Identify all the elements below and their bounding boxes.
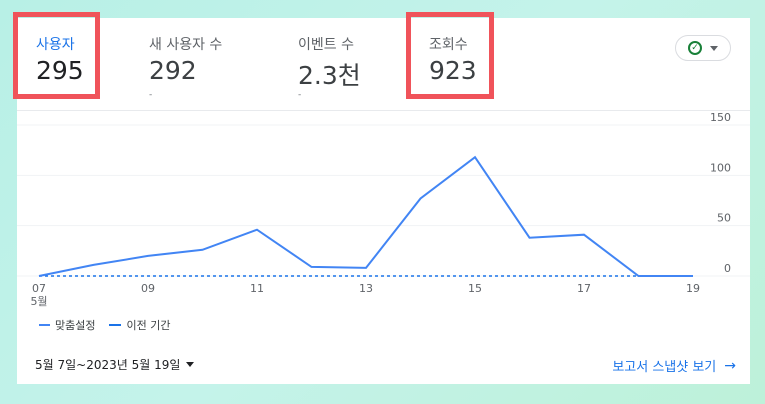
date-range-label: 5월 7일~2023년 5월 19일: [35, 358, 181, 372]
status-dropdown-button[interactable]: ✓: [675, 35, 731, 61]
highlight-box-users: [13, 12, 100, 99]
x-tick-label: 19: [686, 282, 700, 295]
chart-legend: 맞춤설정 이전 기간: [39, 317, 170, 333]
metric-events-label: 이벤트 수: [298, 37, 354, 53]
x-sub-label: 5월: [30, 295, 47, 308]
legend-item-previous: 이전 기간: [109, 317, 170, 333]
y-tick-label: 0: [724, 262, 731, 275]
y-tick-label: 150: [710, 111, 731, 124]
metric-events-value: 2.3천: [298, 61, 361, 90]
legend-label-current: 맞춤설정: [55, 319, 96, 332]
x-tick-label: 09: [141, 282, 155, 295]
metric-events-sub: -: [298, 90, 302, 100]
snapshot-link-label: 보고서 스냅샷 보기: [612, 360, 717, 375]
legend-label-previous: 이전 기간: [126, 319, 171, 332]
x-tick-label: 07: [32, 282, 46, 295]
y-tick-label: 50: [717, 212, 731, 225]
metric-new-users-label: 새 사용자 수: [149, 37, 223, 53]
chevron-down-icon: [710, 45, 718, 51]
y-tick-label: 100: [710, 161, 731, 174]
legend-swatch-previous: [109, 324, 122, 326]
line-chart: 0 50 100 150 07 09 11 13 15 17 19 5월: [17, 111, 750, 308]
x-tick-label: 17: [577, 282, 591, 295]
legend-item-current: 맞춤설정: [39, 317, 95, 333]
date-range-picker[interactable]: 5월 7일~2023년 5월 19일: [35, 356, 195, 373]
metric-new-users-sub: -: [149, 90, 153, 100]
report-snapshot-link[interactable]: 보고서 스냅샷 보기 →: [612, 356, 736, 376]
arrow-right-icon: →: [724, 357, 736, 374]
highlight-box-views: [406, 12, 494, 99]
chevron-down-icon: [186, 362, 195, 367]
legend-swatch-current: [39, 324, 50, 326]
x-tick-label: 15: [468, 282, 482, 295]
x-tick-label: 13: [359, 282, 373, 295]
report-card: 사용자 295 새 사용자 수 292 - 이벤트 수 2.3천 - 조회수 9…: [13, 12, 750, 384]
x-tick-label: 11: [250, 282, 264, 295]
check-circle-icon: ✓: [688, 41, 702, 55]
metric-new-users-value: 292: [149, 56, 197, 85]
